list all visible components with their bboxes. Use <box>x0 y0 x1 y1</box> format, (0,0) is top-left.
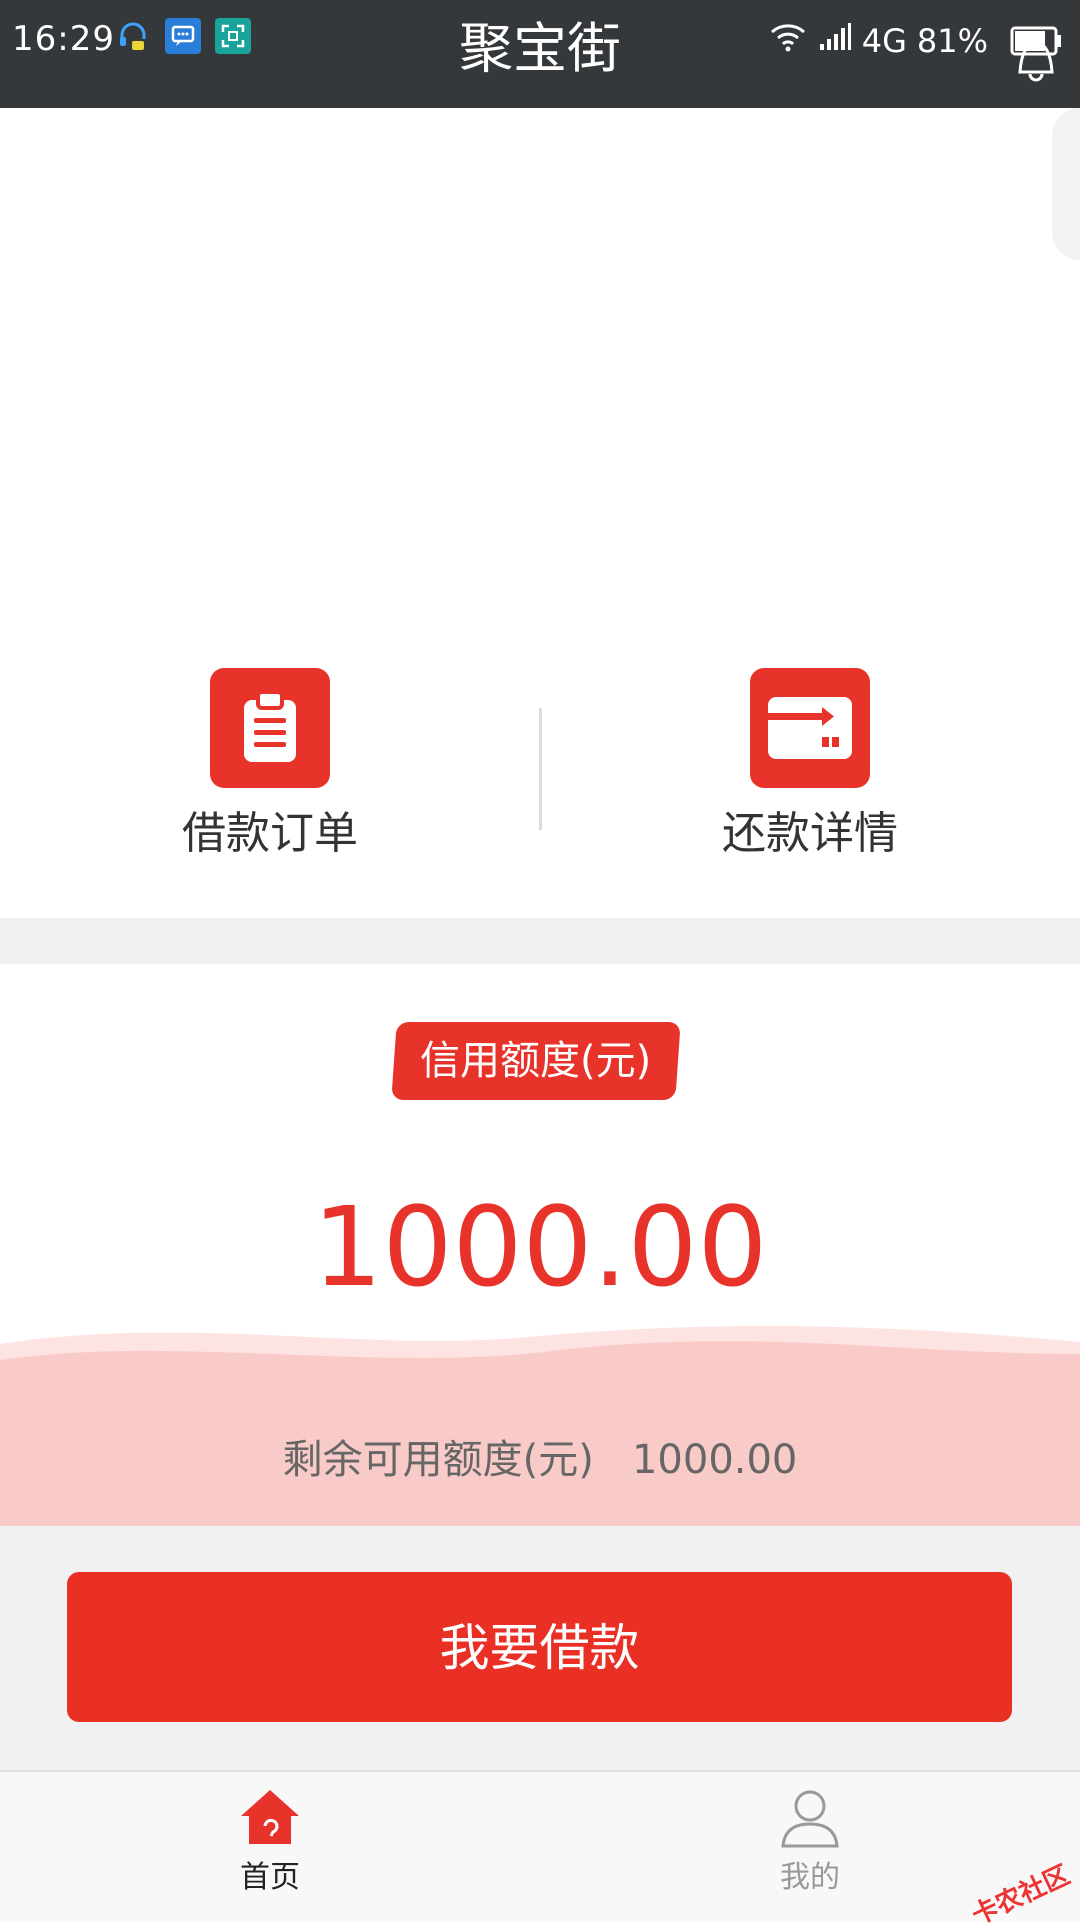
wave-decoration <box>0 1325 1080 1526</box>
loan-orders-button[interactable]: 借款订单 <box>120 668 420 862</box>
remaining-credit-label: 剩余可用额度(元) <box>282 1437 594 1483</box>
repayment-details-label: 还款详情 <box>722 808 898 859</box>
repayment-details-button[interactable]: 还款详情 <box>660 668 960 862</box>
quick-actions: 借款订单 还款详情 <box>0 628 1080 918</box>
credit-amount: 1000.00 <box>312 1183 768 1311</box>
credit-panel: 信用额度(元) 1000.00 剩余可用额度(元) 1000.00 <box>0 964 1080 1526</box>
network-type: 4G <box>861 21 907 60</box>
quick-actions-divider <box>539 708 542 830</box>
bottom-tab-bar: 首页 我的 卡农社区 <box>0 1770 1080 1931</box>
signal-icon <box>818 21 852 61</box>
banner-area[interactable] <box>0 108 1080 628</box>
credit-limit-badge: 信用额度(元) <box>391 1022 681 1100</box>
section-separator <box>0 918 1080 964</box>
status-indicators: 4G 81% <box>768 20 988 61</box>
battery-bell-icon <box>1008 18 1064 82</box>
credit-limit-badge-label: 信用额度(元) <box>420 1038 652 1084</box>
remaining-credit-amount: 1000.00 <box>631 1437 798 1483</box>
user-icon <box>781 1790 839 1848</box>
clipboard-icon <box>210 668 330 788</box>
tab-mine[interactable]: 我的 <box>710 1784 910 1898</box>
wifi-icon <box>768 20 808 61</box>
loan-orders-label: 借款订单 <box>182 808 358 859</box>
floating-edge-handle[interactable] <box>1052 108 1080 260</box>
watermark: 卡农社区 <box>967 1860 1075 1932</box>
tab-home-label: 首页 <box>240 1860 300 1895</box>
tab-mine-label: 我的 <box>780 1860 840 1895</box>
card-transfer-icon <box>750 668 870 788</box>
home-icon <box>241 1790 299 1844</box>
remaining-credit: 剩余可用额度(元) 1000.00 <box>0 1434 1080 1486</box>
tab-home[interactable]: 首页 <box>170 1784 370 1898</box>
borrow-button[interactable]: 我要借款 <box>67 1572 1012 1722</box>
battery-percent: 81% <box>916 21 988 60</box>
status-bar: 16:29 聚宝街 4G 81% <box>0 0 1080 108</box>
